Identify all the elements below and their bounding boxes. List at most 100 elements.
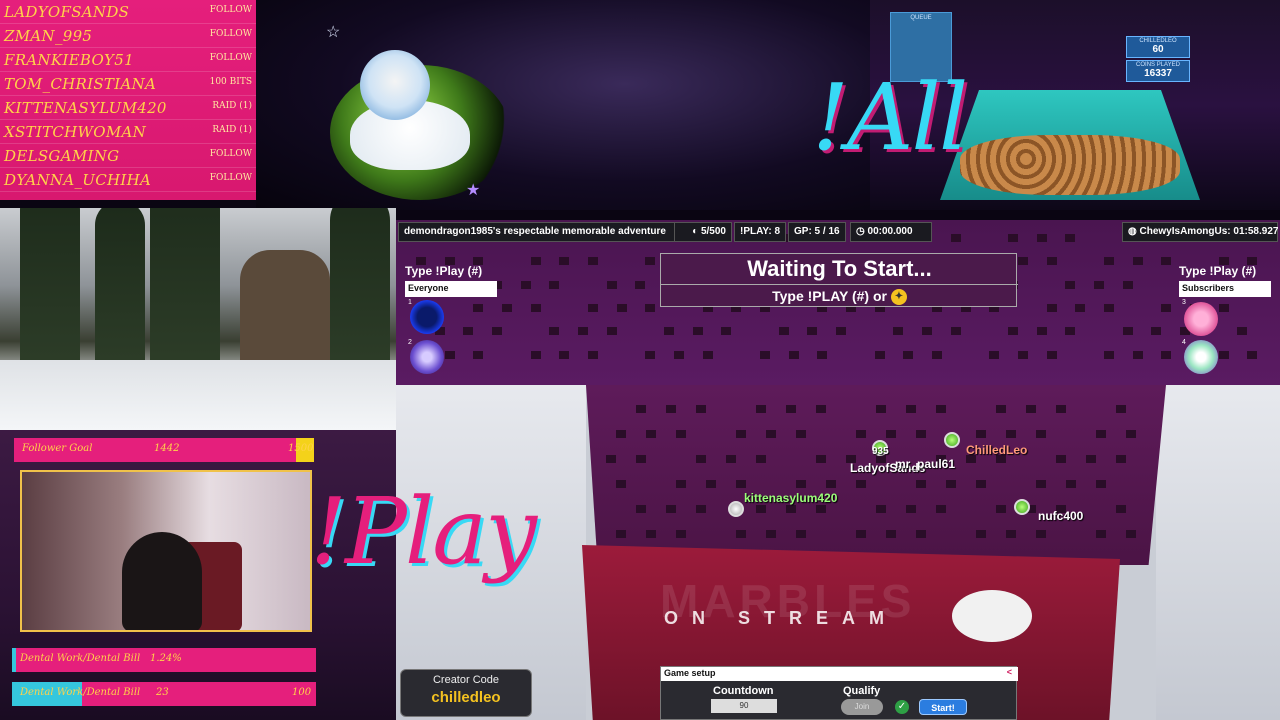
- countdown-input[interactable]: 90: [711, 699, 777, 713]
- tree: [20, 208, 80, 370]
- follower-goal-bar: Follower Goal 1442 1500: [14, 438, 314, 462]
- peg: [1096, 430, 1106, 438]
- peg: [932, 350, 942, 359]
- peg: [636, 505, 646, 513]
- peg: [807, 327, 818, 336]
- peg: [766, 530, 776, 538]
- peg: [559, 350, 570, 359]
- event-user: DELSGAMING: [4, 147, 120, 165]
- peg: [1094, 280, 1104, 289]
- peg: [646, 530, 656, 538]
- event-user: ZMAN_995: [4, 27, 93, 45]
- peg: [736, 430, 746, 438]
- marble-slot-1[interactable]: [410, 300, 444, 334]
- event-action: FOLLOW: [209, 149, 252, 159]
- peg: [1006, 530, 1016, 538]
- peg: [530, 257, 541, 266]
- peg: [1116, 405, 1126, 413]
- peg: [520, 280, 531, 289]
- peg: [606, 327, 617, 336]
- peg: [796, 430, 806, 438]
- dental-bill-label-2: Dental Work/Dental Bill: [20, 687, 141, 698]
- check-icon[interactable]: ✓: [895, 700, 909, 714]
- peg: [816, 455, 826, 463]
- peg: [874, 350, 885, 359]
- slot-number: 2: [408, 339, 412, 346]
- gp-count: GP: 5 / 16: [788, 222, 846, 242]
- peg: [936, 405, 946, 413]
- peg: [1046, 304, 1057, 312]
- peg: [1086, 455, 1096, 463]
- race-timer-value: 00:00.000: [867, 226, 913, 237]
- peg: [817, 350, 828, 359]
- peg: [856, 430, 866, 438]
- peg: [1132, 350, 1143, 359]
- peg: [1056, 405, 1066, 413]
- dental-bill-fill-1: [12, 648, 16, 672]
- peg: [676, 430, 686, 438]
- dental-bill-value-1: 1.24%: [150, 653, 182, 664]
- peg: [1132, 257, 1143, 266]
- peg: [903, 350, 914, 359]
- peg: [788, 350, 799, 359]
- peg: [616, 430, 626, 438]
- outdoor-camera: [0, 208, 396, 430]
- player-name: nufc400: [1038, 509, 1084, 523]
- peg: [1036, 530, 1046, 538]
- peg: [606, 280, 617, 289]
- start-button[interactable]: Start!: [919, 699, 967, 715]
- peg: [756, 455, 766, 463]
- shed: [240, 250, 330, 370]
- marble-count-value: 5/500: [700, 226, 726, 237]
- peg: [588, 257, 598, 266]
- join-button[interactable]: Join: [841, 699, 883, 715]
- peg: [950, 234, 961, 242]
- creator-code-value: chilledleo: [431, 689, 501, 706]
- peg: [1065, 280, 1076, 289]
- clock-icon: ◷: [856, 226, 868, 237]
- marble-slot-2[interactable]: [410, 340, 444, 374]
- coins-stat-value: 16337: [1144, 68, 1172, 79]
- event-row: DYANNA_UCHIHA FOLLOW: [0, 168, 256, 192]
- peg: [1018, 350, 1028, 359]
- peg: [578, 327, 588, 336]
- collapse-icon[interactable]: <: [1007, 667, 1012, 677]
- event-user: FRANKIEBOY51: [4, 51, 134, 69]
- player-stat-value: 60: [1152, 44, 1164, 55]
- player-stat: CHILLEDLEO 60: [1126, 36, 1190, 58]
- peg: [1104, 350, 1114, 359]
- peg: [886, 430, 896, 438]
- peg: [549, 327, 560, 336]
- peg: [1247, 350, 1258, 359]
- peg: [676, 480, 686, 488]
- star-icon: ☆: [326, 24, 341, 41]
- peg: [1075, 304, 1086, 312]
- event-row: FRANKIEBOY51 FOLLOW: [0, 48, 256, 72]
- on-stream-text: ON STREAM: [664, 608, 898, 628]
- follower-goal-label: Follower Goal: [22, 443, 93, 454]
- peg: [796, 530, 806, 538]
- all-command-text: !All: [812, 64, 968, 171]
- player-marble: [728, 501, 744, 517]
- dental-bill-bar-1: Dental Work/Dental Bill 1.24%: [12, 648, 316, 672]
- streamer-webcam: [20, 470, 312, 632]
- waiting-subtitle: Type !PLAY (#) or ✦: [661, 288, 1018, 306]
- peg: [996, 505, 1006, 513]
- player-name: mr_paul61: [895, 457, 956, 471]
- channel-points-icon: ✦: [890, 289, 907, 306]
- peg: [816, 505, 826, 513]
- countdown-label: Countdown: [713, 685, 774, 697]
- event-action: RAID (1): [212, 101, 252, 111]
- record-holder: ◍ ChewyIsAmongUs: 01:58.927: [1122, 222, 1278, 242]
- peg: [1116, 455, 1126, 463]
- peg: [549, 280, 560, 289]
- marble-slot-4[interactable]: [1184, 340, 1218, 374]
- event-action: FOLLOW: [209, 29, 252, 39]
- peg: [976, 530, 986, 538]
- peg: [702, 350, 713, 359]
- divider: [661, 284, 1018, 285]
- peg: [559, 257, 570, 266]
- marble-slot-3[interactable]: [1184, 302, 1218, 336]
- player-marble: [1014, 499, 1030, 515]
- snow-right: [1156, 385, 1280, 720]
